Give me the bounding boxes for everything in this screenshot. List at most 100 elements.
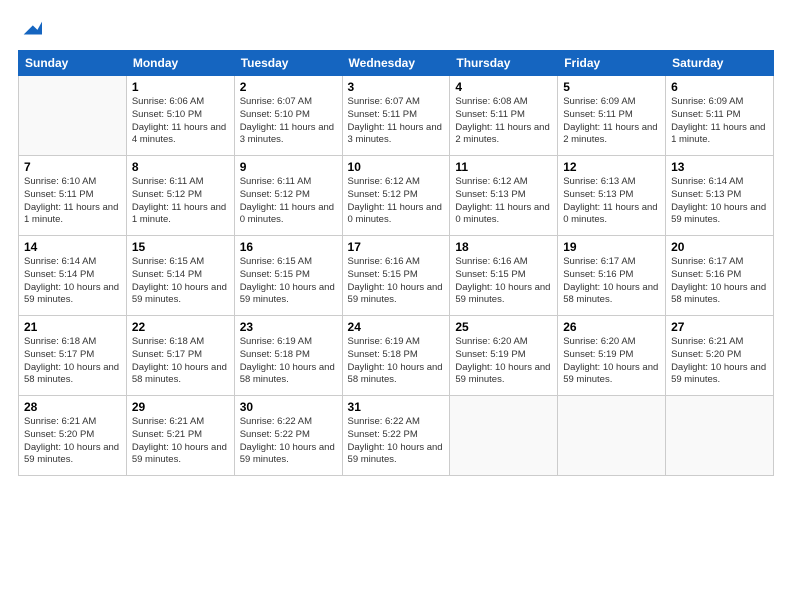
day-cell: 7 Sunrise: 6:10 AMSunset: 5:11 PMDaylight… <box>19 156 127 236</box>
day-number: 1 <box>132 80 229 94</box>
day-info: Sunrise: 6:21 AMSunset: 5:21 PMDaylight:… <box>132 416 229 467</box>
day-cell: 2 Sunrise: 6:07 AMSunset: 5:10 PMDaylight… <box>234 76 342 156</box>
calendar: SundayMondayTuesdayWednesdayThursdayFrid… <box>18 50 774 476</box>
day-number: 27 <box>671 320 768 334</box>
day-cell: 22 Sunrise: 6:18 AMSunset: 5:17 PMDayligh… <box>126 316 234 396</box>
day-cell: 8 Sunrise: 6:11 AMSunset: 5:12 PMDaylight… <box>126 156 234 236</box>
day-info: Sunrise: 6:16 AMSunset: 5:15 PMDaylight:… <box>348 256 445 307</box>
day-cell: 20 Sunrise: 6:17 AMSunset: 5:16 PMDayligh… <box>666 236 774 316</box>
day-cell: 19 Sunrise: 6:17 AMSunset: 5:16 PMDayligh… <box>558 236 666 316</box>
header-row: SundayMondayTuesdayWednesdayThursdayFrid… <box>19 51 774 76</box>
day-info: Sunrise: 6:21 AMSunset: 5:20 PMDaylight:… <box>671 336 768 387</box>
day-number: 2 <box>240 80 337 94</box>
day-number: 31 <box>348 400 445 414</box>
column-header-monday: Monday <box>126 51 234 76</box>
day-number: 9 <box>240 160 337 174</box>
column-header-tuesday: Tuesday <box>234 51 342 76</box>
day-cell <box>19 76 127 156</box>
day-info: Sunrise: 6:22 AMSunset: 5:22 PMDaylight:… <box>240 416 337 467</box>
logo-icon <box>20 18 42 40</box>
day-number: 10 <box>348 160 445 174</box>
header <box>18 18 774 40</box>
day-number: 23 <box>240 320 337 334</box>
day-info: Sunrise: 6:15 AMSunset: 5:15 PMDaylight:… <box>240 256 337 307</box>
day-info: Sunrise: 6:20 AMSunset: 5:19 PMDaylight:… <box>455 336 552 387</box>
column-header-wednesday: Wednesday <box>342 51 450 76</box>
day-info: Sunrise: 6:15 AMSunset: 5:14 PMDaylight:… <box>132 256 229 307</box>
day-cell: 4Sunrise: 6:08 AMSunset: 5:11 PMDaylight… <box>450 76 558 156</box>
day-info: Sunrise: 6:09 AMSunset: 5:11 PMDaylight:… <box>563 96 660 147</box>
day-info: Sunrise: 6:13 AMSunset: 5:13 PMDaylight:… <box>563 176 660 227</box>
day-cell: 31 Sunrise: 6:22 AMSunset: 5:22 PMDayligh… <box>342 396 450 476</box>
day-info: Sunrise: 6:16 AMSunset: 5:15 PMDaylight:… <box>455 256 552 307</box>
day-cell: 11 Sunrise: 6:12 AMSunset: 5:13 PMDayligh… <box>450 156 558 236</box>
day-cell: 1 Sunrise: 6:06 AMSunset: 5:10 PMDaylight… <box>126 76 234 156</box>
day-cell: 15 Sunrise: 6:15 AMSunset: 5:14 PMDayligh… <box>126 236 234 316</box>
day-number: 11 <box>455 160 552 174</box>
day-cell: 23 Sunrise: 6:19 AMSunset: 5:18 PMDayligh… <box>234 316 342 396</box>
week-row-3: 14 Sunrise: 6:14 AMSunset: 5:14 PMDayligh… <box>19 236 774 316</box>
day-number: 12 <box>563 160 660 174</box>
day-number: 17 <box>348 240 445 254</box>
day-info: Sunrise: 6:19 AMSunset: 5:18 PMDaylight:… <box>240 336 337 387</box>
day-number: 26 <box>563 320 660 334</box>
day-cell: 12 Sunrise: 6:13 AMSunset: 5:13 PMDayligh… <box>558 156 666 236</box>
day-cell <box>450 396 558 476</box>
day-number: 19 <box>563 240 660 254</box>
day-number: 14 <box>24 240 121 254</box>
day-cell: 16 Sunrise: 6:15 AMSunset: 5:15 PMDayligh… <box>234 236 342 316</box>
day-info: Sunrise: 6:14 AMSunset: 5:13 PMDaylight:… <box>671 176 768 227</box>
day-number: 20 <box>671 240 768 254</box>
day-number: 16 <box>240 240 337 254</box>
day-info: Sunrise: 6:22 AMSunset: 5:22 PMDaylight:… <box>348 416 445 467</box>
day-info: Sunrise: 6:18 AMSunset: 5:17 PMDaylight:… <box>132 336 229 387</box>
week-row-4: 21 Sunrise: 6:18 AMSunset: 5:17 PMDayligh… <box>19 316 774 396</box>
day-info: Sunrise: 6:12 AMSunset: 5:13 PMDaylight:… <box>455 176 552 227</box>
logo <box>18 18 42 40</box>
day-cell: 29 Sunrise: 6:21 AMSunset: 5:21 PMDayligh… <box>126 396 234 476</box>
day-info: Sunrise: 6:17 AMSunset: 5:16 PMDaylight:… <box>671 256 768 307</box>
day-cell <box>666 396 774 476</box>
day-number: 24 <box>348 320 445 334</box>
day-cell: 9 Sunrise: 6:11 AMSunset: 5:12 PMDaylight… <box>234 156 342 236</box>
day-cell: 13Sunrise: 6:14 AMSunset: 5:13 PMDayligh… <box>666 156 774 236</box>
day-number: 6 <box>671 80 768 94</box>
day-cell: 6Sunrise: 6:09 AMSunset: 5:11 PMDaylight… <box>666 76 774 156</box>
day-cell: 10Sunrise: 6:12 AMSunset: 5:12 PMDayligh… <box>342 156 450 236</box>
day-cell: 30Sunrise: 6:22 AMSunset: 5:22 PMDayligh… <box>234 396 342 476</box>
day-number: 25 <box>455 320 552 334</box>
day-number: 8 <box>132 160 229 174</box>
day-number: 21 <box>24 320 121 334</box>
week-row-1: 1 Sunrise: 6:06 AMSunset: 5:10 PMDaylight… <box>19 76 774 156</box>
day-info: Sunrise: 6:07 AMSunset: 5:10 PMDaylight:… <box>240 96 337 147</box>
day-info: Sunrise: 6:20 AMSunset: 5:19 PMDaylight:… <box>563 336 660 387</box>
day-info: Sunrise: 6:10 AMSunset: 5:11 PMDaylight:… <box>24 176 121 227</box>
day-number: 22 <box>132 320 229 334</box>
day-number: 18 <box>455 240 552 254</box>
day-number: 7 <box>24 160 121 174</box>
page: SundayMondayTuesdayWednesdayThursdayFrid… <box>0 0 792 612</box>
week-row-2: 7 Sunrise: 6:10 AMSunset: 5:11 PMDaylight… <box>19 156 774 236</box>
column-header-friday: Friday <box>558 51 666 76</box>
day-info: Sunrise: 6:19 AMSunset: 5:18 PMDaylight:… <box>348 336 445 387</box>
day-info: Sunrise: 6:17 AMSunset: 5:16 PMDaylight:… <box>563 256 660 307</box>
day-cell: 24 Sunrise: 6:19 AMSunset: 5:18 PMDayligh… <box>342 316 450 396</box>
day-number: 28 <box>24 400 121 414</box>
day-info: Sunrise: 6:14 AMSunset: 5:14 PMDaylight:… <box>24 256 121 307</box>
day-info: Sunrise: 6:06 AMSunset: 5:10 PMDaylight:… <box>132 96 229 147</box>
day-cell: 27 Sunrise: 6:21 AMSunset: 5:20 PMDayligh… <box>666 316 774 396</box>
column-header-thursday: Thursday <box>450 51 558 76</box>
day-cell: 17 Sunrise: 6:16 AMSunset: 5:15 PMDayligh… <box>342 236 450 316</box>
day-info: Sunrise: 6:08 AMSunset: 5:11 PMDaylight:… <box>455 96 552 147</box>
day-cell: 18 Sunrise: 6:16 AMSunset: 5:15 PMDayligh… <box>450 236 558 316</box>
day-info: Sunrise: 6:11 AMSunset: 5:12 PMDaylight:… <box>240 176 337 227</box>
day-info: Sunrise: 6:11 AMSunset: 5:12 PMDaylight:… <box>132 176 229 227</box>
column-header-saturday: Saturday <box>666 51 774 76</box>
day-number: 15 <box>132 240 229 254</box>
day-number: 5 <box>563 80 660 94</box>
day-info: Sunrise: 6:18 AMSunset: 5:17 PMDaylight:… <box>24 336 121 387</box>
day-cell: 5 Sunrise: 6:09 AMSunset: 5:11 PMDaylight… <box>558 76 666 156</box>
day-info: Sunrise: 6:21 AMSunset: 5:20 PMDaylight:… <box>24 416 121 467</box>
week-row-5: 28 Sunrise: 6:21 AMSunset: 5:20 PMDayligh… <box>19 396 774 476</box>
day-number: 29 <box>132 400 229 414</box>
